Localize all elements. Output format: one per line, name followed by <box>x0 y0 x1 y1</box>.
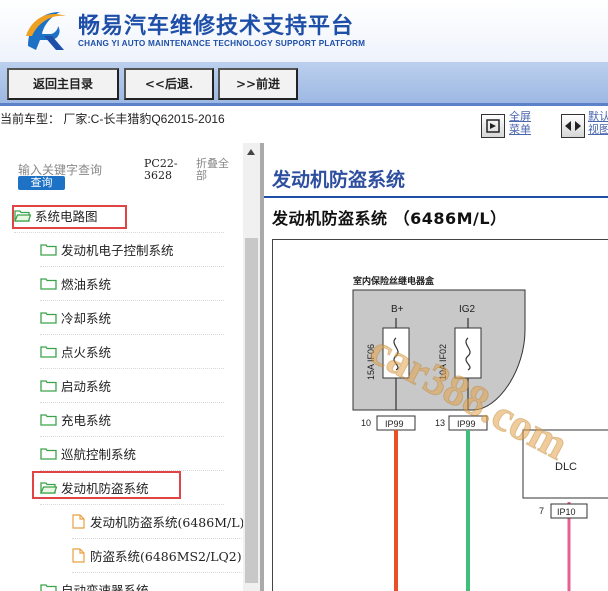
tree-item-cruise[interactable]: 巡航控制系统 <box>40 437 224 471</box>
collapse-all-button[interactable]: 折叠全部 <box>196 158 236 182</box>
tree-item-label: 充电系统 <box>61 413 112 428</box>
tree-item-label: 点火系统 <box>61 345 112 360</box>
default-view-link[interactable]: 默认 视图 <box>588 111 608 137</box>
fuse-box-label: 室内保险丝继电器盒 <box>353 275 435 287</box>
current-model-text: 当前车型： 厂家:C-长丰猎豹Q62015-2016 <box>0 112 225 126</box>
forward-button[interactable]: >>前进 <box>218 68 298 100</box>
folder-icon <box>40 244 57 256</box>
content-panel: 发动机防盗系统 发动机防盗系统 （6486M/L） 室内保险丝继电器盒 B+ 1… <box>264 143 608 591</box>
tree-item-label: 启动系统 <box>61 379 112 394</box>
folder-icon <box>40 380 57 392</box>
pin3-number: 7 <box>539 506 544 516</box>
document-icon <box>72 548 85 563</box>
tree-item-cooling[interactable]: 冷却系统 <box>40 301 224 335</box>
back-button[interactable]: <<后退. <box>124 68 214 100</box>
wiring-diagram-svg: 室内保险丝继电器盒 B+ 15A IF06 IG2 10A IF02 10 IP… <box>352 275 608 591</box>
default-view-icon[interactable] <box>561 114 585 138</box>
fullscreen-menu-link[interactable]: 全屏 菜单 <box>509 111 539 137</box>
fullscreen-icon[interactable] <box>481 114 505 138</box>
dlc-label: DLC <box>555 461 577 473</box>
folder-icon <box>40 278 57 290</box>
pc-code-text: PC22-3628 <box>144 157 178 182</box>
query-button[interactable]: 查询 <box>18 176 65 190</box>
tree-item-immobilizer-6486ml[interactable]: 发动机防盗系统(6486M/L) <box>72 505 248 539</box>
tree-item-antitheft-6486ms2[interactable]: 防盗系统(6486MS2/LQ2) <box>72 539 248 573</box>
folder-icon <box>40 312 57 324</box>
tree-item-label: 巡航控制系统 <box>61 447 137 462</box>
tree-item-fuel[interactable]: 燃油系统 <box>40 267 224 301</box>
highlight-box <box>12 205 127 229</box>
sidebar-scrollbar[interactable] <box>243 143 260 591</box>
home-button[interactable]: 返回主目录 <box>7 68 119 100</box>
folder-icon <box>40 346 57 358</box>
pin2-number: 13 <box>435 418 445 428</box>
app-title: 畅易汽车维修技术支持平台 <box>78 14 355 39</box>
tree-item-ignition[interactable]: 点火系统 <box>40 335 224 369</box>
info-bar: 当前车型： 厂家:C-长丰猎豹Q62015-2016 全屏 菜单 默认 视图 <box>0 107 608 143</box>
highlight-box <box>32 471 181 499</box>
app-header: 畅易汽车维修技术支持平台 CHANG YI AUTO MAINTENANCE T… <box>0 0 608 62</box>
tree-item-engine-ecu[interactable]: 发动机电子控制系统 <box>40 233 224 267</box>
content-title: 发动机防盗系统 <box>272 169 406 191</box>
toolbar: 返回主目录 <<后退. >>前进 <box>0 62 608 106</box>
sidebar-tree: 输入关键字查询 查询 PC22-3628 折叠全部 系统电路图 发动机电子控制系… <box>0 143 260 591</box>
app-subtitle: CHANG YI AUTO MAINTENANCE TECHNOLOGY SUP… <box>78 39 366 48</box>
pin1-number: 10 <box>361 418 371 428</box>
folder-icon <box>40 448 57 460</box>
fuse1-top-label: B+ <box>391 304 404 315</box>
tree-item-label: 防盗系统(6486MS2/LQ2) <box>90 549 242 564</box>
tree-item-label: 发动机防盗系统(6486M/L) <box>90 515 245 530</box>
scrollbar-thumb[interactable] <box>245 238 258 583</box>
tree-item-label: 自动变速器系统 <box>61 583 149 591</box>
logo-icon <box>26 12 66 50</box>
tree-item-automatic-transmission[interactable]: 自动变速器系统 <box>40 573 224 591</box>
folder-icon <box>40 584 57 591</box>
fuse2-top-label: IG2 <box>459 304 476 315</box>
tree-item-charging[interactable]: 充电系统 <box>40 403 224 437</box>
document-icon <box>72 514 85 529</box>
diagram-title: 发动机防盗系统 （6486M/L） <box>272 209 507 228</box>
tree-item-starting[interactable]: 启动系统 <box>40 369 224 403</box>
folder-icon <box>40 414 57 426</box>
tree-item-label: 发动机电子控制系统 <box>61 243 174 258</box>
pin1-connector: IP99 <box>385 419 404 429</box>
wiring-diagram: 室内保险丝继电器盒 B+ 15A IF06 IG2 10A IF02 10 IP… <box>272 239 608 591</box>
tree-item-label: 冷却系统 <box>61 311 112 326</box>
tree-item-label: 燃油系统 <box>61 277 112 292</box>
scroll-up-icon[interactable] <box>247 149 255 155</box>
title-divider <box>264 196 608 198</box>
pin3-connector: IP10 <box>557 507 576 517</box>
